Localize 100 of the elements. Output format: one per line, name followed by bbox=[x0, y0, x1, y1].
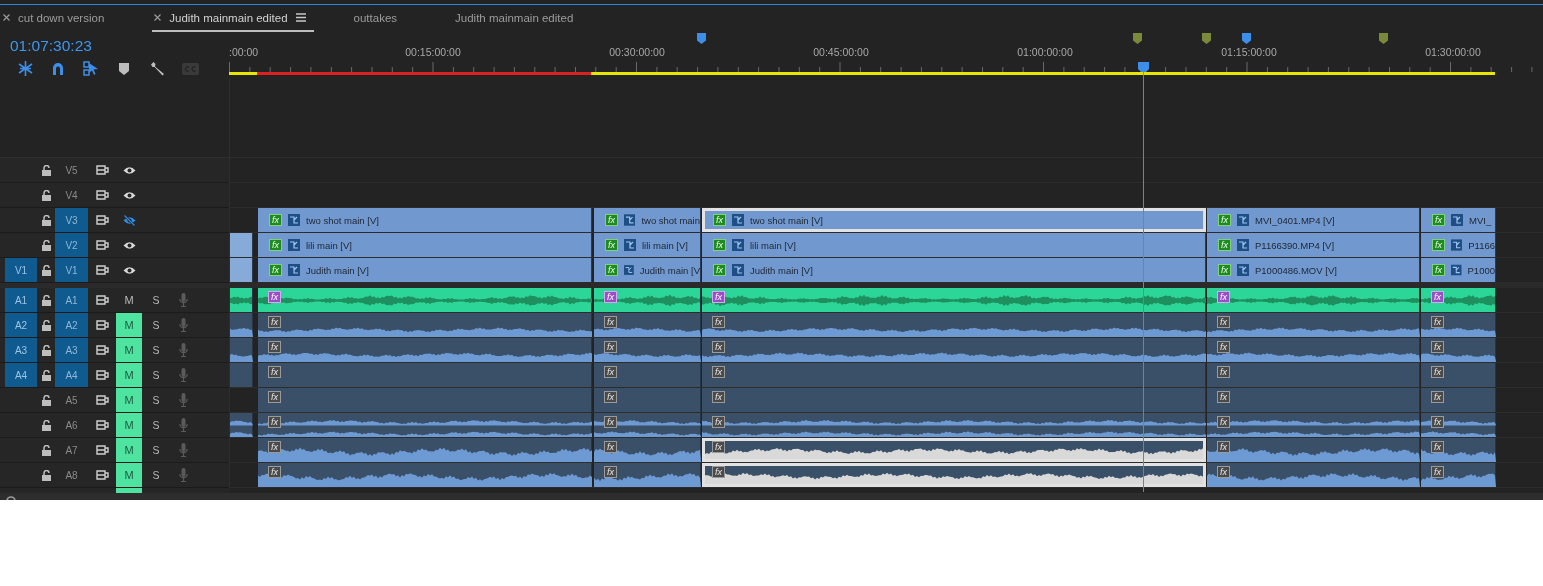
fx-badge[interactable]: fx bbox=[713, 214, 726, 226]
audio-clip[interactable]: fx bbox=[594, 413, 701, 437]
audio-clip[interactable] bbox=[230, 413, 253, 437]
audio-clip[interactable]: fx bbox=[702, 388, 1206, 412]
sync-icon[interactable] bbox=[95, 240, 109, 250]
sync-icon[interactable] bbox=[95, 470, 109, 480]
fx-badge[interactable]: fx bbox=[604, 391, 617, 403]
audio-clip[interactable]: fx bbox=[258, 363, 592, 387]
fx-badge[interactable]: fx bbox=[268, 391, 281, 403]
fx-badge[interactable]: fx bbox=[605, 214, 618, 226]
fx-badge[interactable]: fx bbox=[605, 264, 618, 276]
fx-badge[interactable]: fx bbox=[268, 366, 281, 378]
fx-badge[interactable]: fx bbox=[604, 316, 617, 328]
fx-badge[interactable]: fx bbox=[604, 366, 617, 378]
audio-clip[interactable]: fx bbox=[702, 438, 1206, 462]
video-clip[interactable]: fx MVI_ bbox=[1421, 208, 1496, 232]
track-target[interactable]: A8 bbox=[55, 463, 88, 487]
marker-flag[interactable] bbox=[1242, 33, 1251, 44]
fx-badge[interactable]: fx bbox=[269, 239, 282, 251]
audio-clip[interactable]: fx bbox=[258, 288, 592, 312]
audio-clip[interactable]: fx bbox=[1421, 463, 1496, 487]
fx-badge[interactable]: fx bbox=[1431, 366, 1444, 378]
fx-badge[interactable]: fx bbox=[1431, 441, 1444, 453]
sync-icon[interactable] bbox=[95, 165, 109, 175]
sequence-tab[interactable]: outtakes bbox=[353, 5, 406, 32]
mute-button[interactable]: M bbox=[116, 413, 142, 437]
track-target[interactable]: A6 bbox=[55, 413, 88, 437]
sync-icon[interactable] bbox=[95, 295, 109, 305]
fx-badge[interactable]: fx bbox=[604, 291, 617, 303]
video-clip[interactable]: fx Judith main [V] bbox=[258, 258, 592, 282]
sync-icon[interactable] bbox=[95, 445, 109, 455]
track-target[interactable]: A5 bbox=[55, 388, 88, 412]
fx-badge[interactable]: fx bbox=[605, 239, 618, 251]
lock-icon[interactable] bbox=[41, 164, 51, 176]
fx-badge[interactable]: fx bbox=[1432, 214, 1445, 226]
fx-badge[interactable]: fx bbox=[712, 341, 725, 353]
mute-button[interactable]: M bbox=[116, 438, 142, 462]
audio-clip[interactable]: fx bbox=[594, 463, 701, 487]
fx-badge[interactable]: fx bbox=[1218, 239, 1231, 251]
audio-clip[interactable]: fx bbox=[702, 463, 1206, 487]
audio-clip[interactable]: fx bbox=[1207, 288, 1420, 312]
audio-clip[interactable]: fx bbox=[1207, 363, 1420, 387]
track-target[interactable]: V1 bbox=[55, 258, 88, 282]
audio-clip[interactable]: fx bbox=[1207, 338, 1420, 362]
audio-clip[interactable]: fx bbox=[258, 313, 592, 337]
fx-badge[interactable]: fx bbox=[712, 366, 725, 378]
lock-icon[interactable] bbox=[41, 419, 51, 431]
sync-icon[interactable] bbox=[95, 395, 109, 405]
fx-badge[interactable]: fx bbox=[604, 441, 617, 453]
fx-badge[interactable]: fx bbox=[268, 416, 281, 428]
fx-badge[interactable]: fx bbox=[269, 214, 282, 226]
fx-badge[interactable]: fx bbox=[712, 416, 725, 428]
solo-button[interactable]: S bbox=[148, 390, 164, 410]
fx-badge[interactable]: fx bbox=[712, 466, 725, 478]
zoom-handle-icon[interactable] bbox=[6, 495, 16, 500]
lock-icon[interactable] bbox=[41, 239, 51, 251]
lock-icon[interactable] bbox=[41, 394, 51, 406]
lock-icon[interactable] bbox=[41, 214, 51, 226]
mute-button[interactable]: M bbox=[116, 288, 142, 312]
solo-button[interactable]: S bbox=[148, 465, 164, 485]
fx-badge[interactable]: fx bbox=[1432, 264, 1445, 276]
fx-badge[interactable]: fx bbox=[268, 341, 281, 353]
audio-clip[interactable]: fx bbox=[1207, 463, 1420, 487]
eye-icon[interactable] bbox=[122, 240, 136, 250]
audio-clip[interactable]: fx bbox=[1207, 388, 1420, 412]
lock-icon[interactable] bbox=[41, 469, 51, 481]
eye-icon[interactable] bbox=[122, 165, 136, 175]
eye-hidden-icon[interactable] bbox=[122, 214, 136, 226]
video-clip[interactable]: fx P1000486.MOV [V] bbox=[1207, 258, 1420, 282]
sequence-tab[interactable]: Judith mainmain edited bbox=[152, 5, 314, 32]
fx-badge[interactable]: fx bbox=[268, 316, 281, 328]
video-clip[interactable]: fx lili main [V] bbox=[258, 233, 592, 257]
audio-clip[interactable] bbox=[230, 363, 253, 387]
video-clip[interactable]: fx two shot main [V] bbox=[702, 208, 1206, 232]
sequence-tab[interactable]: cut down version bbox=[3, 5, 113, 32]
audio-clip[interactable]: fx bbox=[258, 463, 592, 487]
marker-flag[interactable] bbox=[1379, 33, 1388, 44]
lock-icon[interactable] bbox=[41, 369, 51, 381]
audio-clip[interactable]: fx bbox=[258, 438, 592, 462]
track-target[interactable]: V5 bbox=[55, 158, 88, 182]
fx-badge[interactable]: fx bbox=[1217, 466, 1230, 478]
audio-clip[interactable]: fx bbox=[594, 288, 701, 312]
solo-button[interactable]: S bbox=[148, 365, 164, 385]
lock-icon[interactable] bbox=[41, 444, 51, 456]
audio-clip[interactable] bbox=[230, 288, 253, 312]
fx-badge[interactable]: fx bbox=[1431, 291, 1444, 303]
fx-badge[interactable]: fx bbox=[268, 441, 281, 453]
mute-button[interactable]: M bbox=[116, 313, 142, 337]
lock-icon[interactable] bbox=[41, 189, 51, 201]
audio-clip[interactable]: fx bbox=[1421, 313, 1496, 337]
source-patch[interactable]: A3 bbox=[5, 338, 37, 362]
sync-icon[interactable] bbox=[95, 320, 109, 330]
close-icon[interactable] bbox=[3, 14, 10, 21]
fx-badge[interactable]: fx bbox=[713, 264, 726, 276]
video-clip[interactable]: fx P1000 bbox=[1421, 258, 1496, 282]
source-patch[interactable]: A1 bbox=[5, 288, 37, 312]
fx-badge[interactable]: fx bbox=[1217, 416, 1230, 428]
marker-flag[interactable] bbox=[697, 33, 706, 44]
audio-clip[interactable]: fx bbox=[1421, 363, 1496, 387]
solo-button[interactable]: S bbox=[148, 315, 164, 335]
